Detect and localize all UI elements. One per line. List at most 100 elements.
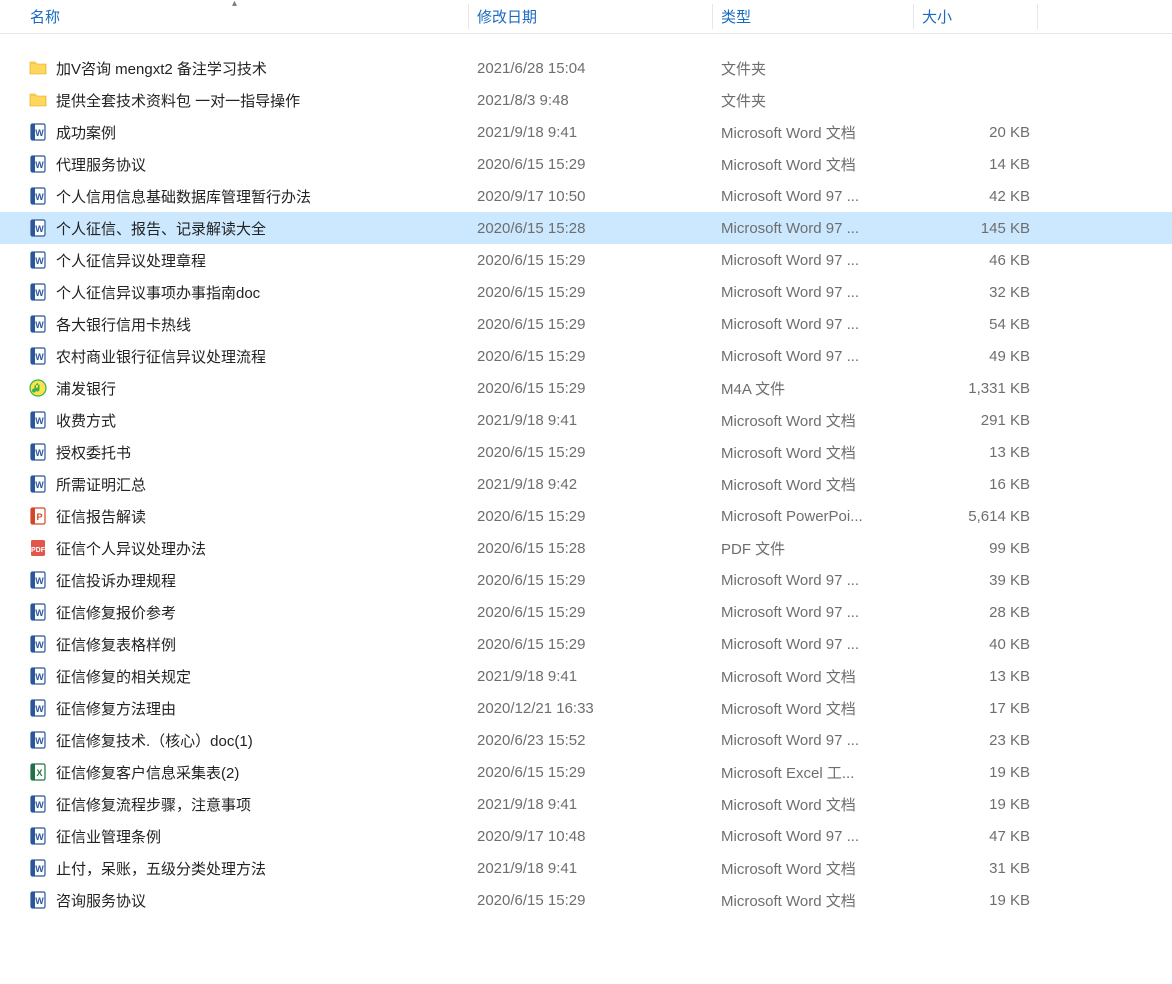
- file-name-cell: W收费方式: [0, 410, 469, 431]
- file-name-label: 征信修复的相关规定: [56, 666, 191, 687]
- file-name-label: 征信报告解读: [56, 506, 146, 527]
- file-size-cell: 20 KB: [914, 124, 1038, 141]
- file-date-cell: 2020/6/15 15:29: [469, 348, 713, 365]
- column-header-size[interactable]: 大小: [914, 0, 1038, 33]
- svg-text:W: W: [35, 128, 44, 138]
- file-name-label: 征信业管理条例: [56, 826, 161, 847]
- word-icon: W: [28, 890, 48, 910]
- file-date-cell: 2020/6/15 15:29: [469, 444, 713, 461]
- file-row[interactable]: W征信投诉办理规程2020/6/15 15:29Microsoft Word 9…: [0, 564, 1172, 596]
- column-header-size-label: 大小: [922, 6, 952, 27]
- word97-icon: W: [28, 634, 48, 654]
- file-size-cell: 23 KB: [914, 732, 1038, 749]
- file-name-cell: W个人征信异议事项办事指南doc: [0, 282, 469, 303]
- file-type-cell: Microsoft Word 文档: [713, 474, 914, 495]
- file-row[interactable]: 提供全套技术资料包 一对一指导操作2021/8/3 9:48文件夹: [0, 84, 1172, 116]
- file-type-cell: Microsoft Word 文档: [713, 122, 914, 143]
- word97-icon: W: [28, 346, 48, 366]
- file-row[interactable]: W成功案例2021/9/18 9:41Microsoft Word 文档20 K…: [0, 116, 1172, 148]
- file-size-cell: 99 KB: [914, 540, 1038, 557]
- word-icon: W: [28, 442, 48, 462]
- ppt-icon: P: [28, 506, 48, 526]
- file-row[interactable]: W咨询服务协议2020/6/15 15:29Microsoft Word 文档1…: [0, 884, 1172, 916]
- file-row[interactable]: W征信修复表格样例2020/6/15 15:29Microsoft Word 9…: [0, 628, 1172, 660]
- svg-text:P: P: [36, 512, 42, 522]
- file-row[interactable]: W征信修复报价参考2020/6/15 15:29Microsoft Word 9…: [0, 596, 1172, 628]
- file-row[interactable]: P征信报告解读2020/6/15 15:29Microsoft PowerPoi…: [0, 500, 1172, 532]
- file-row[interactable]: W代理服务协议2020/6/15 15:29Microsoft Word 文档1…: [0, 148, 1172, 180]
- file-name-cell: W个人征信、报告、记录解读大全: [0, 218, 469, 239]
- file-row[interactable]: W征信业管理条例2020/9/17 10:48Microsoft Word 97…: [0, 820, 1172, 852]
- word-icon: W: [28, 698, 48, 718]
- svg-text:W: W: [35, 416, 44, 426]
- file-row[interactable]: PDF征信个人异议处理办法2020/6/15 15:28PDF 文件99 KB: [0, 532, 1172, 564]
- file-name-label: 征信个人异议处理办法: [56, 538, 206, 559]
- file-size-cell: 47 KB: [914, 828, 1038, 845]
- file-row[interactable]: W征信修复的相关规定2021/9/18 9:41Microsoft Word 文…: [0, 660, 1172, 692]
- file-name-label: 征信修复报价参考: [56, 602, 176, 623]
- file-row[interactable]: 浦发银行2020/6/15 15:29M4A 文件1,331 KB: [0, 372, 1172, 404]
- file-row[interactable]: W个人信用信息基础数据库管理暂行办法2020/9/17 10:50Microso…: [0, 180, 1172, 212]
- file-row[interactable]: W个人征信异议处理章程2020/6/15 15:29Microsoft Word…: [0, 244, 1172, 276]
- file-name-cell: W各大银行信用卡热线: [0, 314, 469, 335]
- file-date-cell: 2020/6/15 15:28: [469, 540, 713, 557]
- folder-icon: [28, 58, 48, 78]
- file-row[interactable]: W个人征信、报告、记录解读大全2020/6/15 15:28Microsoft …: [0, 212, 1172, 244]
- file-date-cell: 2021/9/18 9:41: [469, 796, 713, 813]
- file-date-cell: 2021/9/18 9:41: [469, 860, 713, 877]
- file-date-cell: 2021/6/28 15:04: [469, 60, 713, 77]
- svg-text:W: W: [35, 256, 44, 266]
- file-row[interactable]: W各大银行信用卡热线2020/6/15 15:29Microsoft Word …: [0, 308, 1172, 340]
- file-type-cell: Microsoft Word 文档: [713, 794, 914, 815]
- file-date-cell: 2020/6/15 15:29: [469, 604, 713, 621]
- pdf-icon: PDF: [28, 538, 48, 558]
- file-size-cell: 1,331 KB: [914, 380, 1038, 397]
- file-row[interactable]: W所需证明汇总2021/9/18 9:42Microsoft Word 文档16…: [0, 468, 1172, 500]
- file-size-cell: 49 KB: [914, 348, 1038, 365]
- file-name-label: 各大银行信用卡热线: [56, 314, 191, 335]
- word-icon: W: [28, 858, 48, 878]
- word97-icon: W: [28, 186, 48, 206]
- file-size-cell: 28 KB: [914, 604, 1038, 621]
- word97-icon: W: [28, 250, 48, 270]
- file-size-cell: 54 KB: [914, 316, 1038, 333]
- svg-text:W: W: [35, 640, 44, 650]
- file-name-label: 授权委托书: [56, 442, 131, 463]
- file-row[interactable]: W征信修复方法理由2020/12/21 16:33Microsoft Word …: [0, 692, 1172, 724]
- file-row[interactable]: W授权委托书2020/6/15 15:29Microsoft Word 文档13…: [0, 436, 1172, 468]
- file-row[interactable]: W止付，呆账，五级分类处理方法2021/9/18 9:41Microsoft W…: [0, 852, 1172, 884]
- svg-text:W: W: [35, 576, 44, 586]
- file-row[interactable]: W农村商业银行征信异议处理流程2020/6/15 15:29Microsoft …: [0, 340, 1172, 372]
- svg-text:W: W: [35, 352, 44, 362]
- file-size-cell: 16 KB: [914, 476, 1038, 493]
- column-header-date[interactable]: 修改日期: [469, 0, 713, 33]
- word97-icon: W: [28, 218, 48, 238]
- file-name-label: 征信投诉办理规程: [56, 570, 176, 591]
- file-size-cell: 39 KB: [914, 572, 1038, 589]
- file-type-cell: Microsoft Excel 工...: [713, 762, 914, 783]
- column-header-name[interactable]: ▴ 名称: [0, 0, 469, 33]
- excel-icon: X: [28, 762, 48, 782]
- file-size-cell: 145 KB: [914, 220, 1038, 237]
- file-row[interactable]: W个人征信异议事项办事指南doc2020/6/15 15:29Microsoft…: [0, 276, 1172, 308]
- file-row[interactable]: W征信修复流程步骤，注意事项2021/9/18 9:41Microsoft Wo…: [0, 788, 1172, 820]
- column-header-type-label: 类型: [721, 6, 751, 27]
- file-row[interactable]: X征信修复客户信息采集表(2)2020/6/15 15:29Microsoft …: [0, 756, 1172, 788]
- word-icon: W: [28, 154, 48, 174]
- svg-text:W: W: [35, 160, 44, 170]
- file-row[interactable]: 加V咨询 mengxt2 备注学习技术2021/6/28 15:04文件夹: [0, 52, 1172, 84]
- file-type-cell: Microsoft Word 97 ...: [713, 572, 914, 589]
- file-type-cell: Microsoft Word 文档: [713, 890, 914, 911]
- file-name-cell: W征信业管理条例: [0, 826, 469, 847]
- file-row[interactable]: W收费方式2021/9/18 9:41Microsoft Word 文档291 …: [0, 404, 1172, 436]
- file-name-cell: W代理服务协议: [0, 154, 469, 175]
- file-name-cell: W成功案例: [0, 122, 469, 143]
- file-row[interactable]: W征信修复技术.（核心）doc(1)2020/6/23 15:52Microso…: [0, 724, 1172, 756]
- file-size-cell: 32 KB: [914, 284, 1038, 301]
- file-name-cell: X征信修复客户信息采集表(2): [0, 762, 469, 783]
- sort-ascending-icon: ▴: [232, 0, 237, 9]
- column-header-type[interactable]: 类型: [713, 0, 914, 33]
- file-date-cell: 2020/6/15 15:29: [469, 636, 713, 653]
- file-size-cell: 42 KB: [914, 188, 1038, 205]
- svg-text:W: W: [35, 736, 44, 746]
